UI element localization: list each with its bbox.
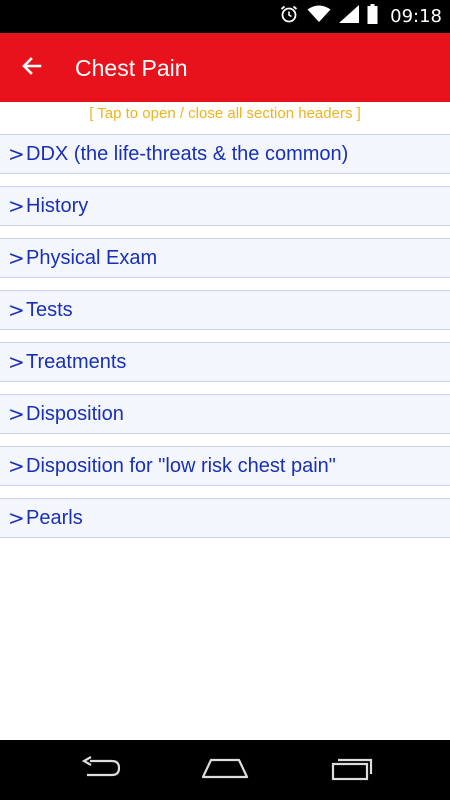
chevron-right-icon: > [8,506,25,530]
chevron-right-icon: > [8,454,25,478]
home-icon [201,756,249,785]
section-label: DDX (the life-threats & the common) [26,143,349,165]
signal-icon [339,5,359,28]
navigation-bar [0,740,450,800]
section-header-disposition[interactable]: > Disposition [0,394,450,434]
section-label: Pearls [26,507,83,529]
section-label: Tests [26,299,73,321]
section-header-ddx[interactable]: > DDX (the life-threats & the common) [0,134,450,174]
toggle-all-sections-link[interactable]: [ Tap to open / close all section header… [0,102,450,128]
arrow-left-icon [20,54,44,83]
nav-recents-button[interactable] [326,754,376,786]
section-header-disposition-low-risk[interactable]: > Disposition for "low risk chest pain" [0,446,450,486]
back-icon [79,755,123,786]
chevron-right-icon: > [8,142,25,166]
recents-icon [328,755,374,786]
section-header-treatments[interactable]: > Treatments [0,342,450,382]
section-header-history[interactable]: > History [0,186,450,226]
section-header-pearls[interactable]: > Pearls [0,498,450,538]
section-label: Treatments [26,351,127,373]
section-header-physical-exam[interactable]: > Physical Exam [0,238,450,278]
chevron-right-icon: > [8,246,25,270]
status-time: 09:18 [390,6,442,27]
page-title: Chest Pain [75,55,188,81]
section-header-tests[interactable]: > Tests [0,290,450,330]
chevron-right-icon: > [8,402,25,426]
alarm-icon [279,4,299,29]
section-label: History [26,195,89,217]
section-label: Disposition for "low risk chest pain" [26,455,336,477]
chevron-right-icon: > [8,350,25,374]
battery-icon [367,4,378,29]
back-button[interactable] [14,50,50,86]
status-icons [279,4,378,29]
nav-back-button[interactable] [76,754,126,786]
status-bar: 09:18 [0,0,450,33]
app-bar: Chest Pain [0,33,450,102]
section-list: > DDX (the life-threats & the common) > … [0,134,450,550]
nav-home-button[interactable] [200,754,250,786]
chevron-right-icon: > [8,298,25,322]
section-label: Disposition [26,403,124,425]
wifi-icon [307,5,331,28]
section-label: Physical Exam [26,247,158,269]
chevron-right-icon: > [8,194,25,218]
